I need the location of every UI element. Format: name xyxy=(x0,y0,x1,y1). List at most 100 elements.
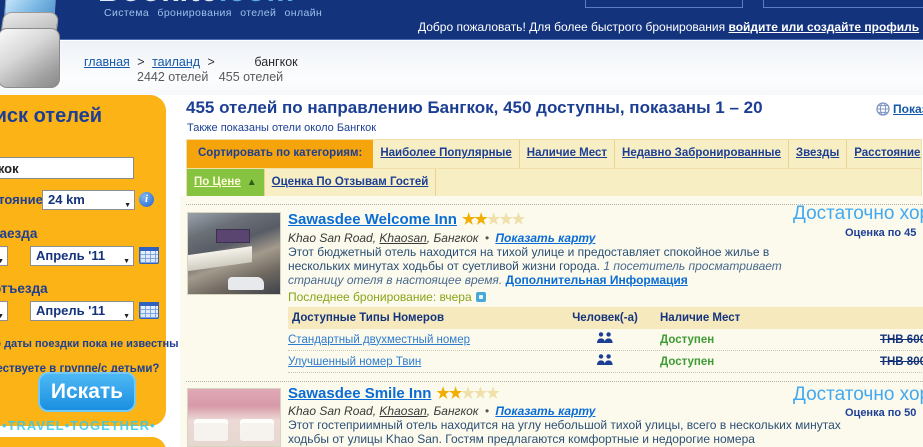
checkout-calendar-icon[interactable] xyxy=(139,302,159,319)
photo-detail xyxy=(194,423,228,441)
show-map-link[interactable]: Показать карту xyxy=(495,404,595,418)
sort-tab-guest-score[interactable]: Оценка По Отзывам Гостей xyxy=(265,169,437,196)
two-people-icon xyxy=(596,352,614,373)
breadcrumb-country[interactable]: таиланд xyxy=(152,55,200,69)
bullet: • xyxy=(484,404,490,418)
show-map-link[interactable]: Показать карту xyxy=(495,231,595,245)
welcome-text: Добро пожаловать! Для более быстрого бро… xyxy=(418,20,726,34)
district-link[interactable]: Khaosan xyxy=(379,231,426,245)
checkin-month-select[interactable]: Апрель '11 xyxy=(30,246,134,266)
photo-detail xyxy=(188,246,252,272)
destination-input[interactable] xyxy=(0,157,134,179)
district-link[interactable]: Khaosan xyxy=(379,404,426,418)
guest-rating-label: Достаточно хорошо xyxy=(793,203,923,224)
street: Khao San Road, xyxy=(288,404,377,418)
breadcrumb-separator: > xyxy=(207,55,215,69)
top-header: Bookite.com Система бронирования отелей … xyxy=(0,0,923,40)
photo-detail xyxy=(228,277,264,290)
show-on-map-link[interactable]: Показать xyxy=(893,102,923,116)
hotel-photo[interactable] xyxy=(187,388,281,447)
checkout-month-select[interactable]: Апрель '11 xyxy=(30,301,134,321)
sort-tab-popular[interactable]: Наиболее Популярные xyxy=(373,140,520,168)
hotel-address: Khao San Road, Khaosan, Бангкок • Показа… xyxy=(288,404,595,418)
col-availability: Наличие Мест xyxy=(660,311,741,324)
guest-rating-score: Оценка по 50 xyxy=(845,407,917,419)
room-table-header: Доступные Типы Номеров Человек(-а) Налич… xyxy=(288,307,923,329)
old-price: THB 600 xyxy=(879,333,923,346)
breadcrumb: главная > таиланд > бангкок xyxy=(84,55,298,69)
last-booking-text: Последнее бронирование: вчера xyxy=(288,290,472,304)
room-type-link[interactable]: Улучшенный номер Твин xyxy=(288,356,421,368)
sort-tab-price-label: По Цене xyxy=(194,176,241,188)
table-row: Улучшенный номер Твин Доступен THB 800 xyxy=(288,351,923,373)
breadcrumb-home[interactable]: главная xyxy=(84,55,130,69)
star-empty-icon: ★★★ xyxy=(486,211,525,228)
page: Bookite.com Система бронирования отелей … xyxy=(0,0,923,447)
hotel-name-link[interactable]: Sawasdee Smile Inn xyxy=(288,385,431,402)
checkin-calendar-icon[interactable] xyxy=(139,247,159,264)
star-filled-icon: ★★ xyxy=(461,211,488,228)
breadcrumb-counts: 2442 отелей 455 отелей xyxy=(137,70,290,84)
old-price: THB 800 xyxy=(879,355,923,368)
checkin-label: Дата заезда xyxy=(0,226,38,241)
last-booking: Последнее бронирование: вчера xyxy=(288,290,486,304)
star-filled-icon: ★★ xyxy=(436,385,462,402)
distance-label: Расстояние: xyxy=(0,192,48,207)
availability-status: Доступен xyxy=(660,333,715,346)
country-hotel-count: 2442 отелей xyxy=(137,70,209,84)
hotel-address: Khao San Road, Khaosan, Бангкок • Показа… xyxy=(288,231,595,245)
results-heading: 455 отелей по направлению Бангкок, 450 д… xyxy=(186,98,763,117)
watermark-text: •TRAVEL•TOGETHER• xyxy=(2,418,156,433)
search-panel: Поиск отелей Расстояние: 24 km i Дата за… xyxy=(0,95,179,426)
availability-status: Доступен xyxy=(660,355,715,368)
separator xyxy=(186,381,923,382)
header-tab-clipped-2[interactable] xyxy=(763,0,923,8)
breadcrumb-separator: > xyxy=(137,55,145,69)
show-on-map[interactable]: Показать xyxy=(876,102,923,116)
city-hotel-count: 455 отелей xyxy=(218,70,284,84)
sort-tab-stars[interactable]: Звезды xyxy=(789,140,848,168)
description-text: Этот гостеприимный отель находится на уг… xyxy=(288,418,841,446)
sort-tab-distance[interactable]: Расстояние xyxy=(847,140,923,168)
hotel-description: Этот бюджетный отель находится на тихой … xyxy=(288,245,802,287)
star-empty-icon: ★★★ xyxy=(461,385,499,402)
more-info-link[interactable]: Дополнительная Информация xyxy=(506,273,688,287)
photo-detail xyxy=(240,423,274,441)
guest-rating-score: Оценка по 45 xyxy=(845,227,917,239)
header-tab-clipped-1[interactable] xyxy=(585,0,743,8)
checkout-day-select[interactable] xyxy=(0,301,8,321)
search-button[interactable]: Искать xyxy=(38,372,136,412)
signin-link[interactable]: войдите или создайте профиль xyxy=(728,20,919,34)
sort-row-1: Сортировать по категориям: Наиболее Попу… xyxy=(187,140,921,168)
booking-info-icon[interactable] xyxy=(475,292,486,302)
info-icon[interactable]: i xyxy=(139,192,154,207)
star-rating: ★★★★★ xyxy=(461,211,525,228)
hotel-title: Sawasdee Welcome Inn ★★★★★ xyxy=(288,210,525,228)
results-subtitle: Также показаны отели около Бангкок xyxy=(187,122,377,134)
breadcrumb-city: бангкок xyxy=(254,55,298,69)
distance-select[interactable]: 24 km xyxy=(42,190,135,210)
checkout-label: Дата отъезда xyxy=(0,281,48,296)
two-people-icon xyxy=(596,330,614,351)
sort-tab-recently-booked[interactable]: Недавно Забронированные xyxy=(615,140,789,168)
search-panel-title: Поиск отелей xyxy=(0,105,103,127)
sort-tab-availability[interactable]: Наличие Мест xyxy=(520,140,616,168)
photo-detail xyxy=(216,229,250,243)
table-row: Стандартный двухместный номер Доступен T… xyxy=(288,329,923,351)
sort-tab-price-active[interactable]: По Цене ▲ xyxy=(187,169,265,196)
checkin-day-select[interactable] xyxy=(0,246,8,266)
dates-unknown-checkbox-label[interactable]: Точные даты поездки пока не известны xyxy=(0,338,179,350)
suitcase-body xyxy=(0,28,60,88)
col-room-type: Доступные Типы Номеров xyxy=(292,311,445,324)
secondary-panel-clipped xyxy=(0,437,166,447)
welcome-bar: Добро пожаловать! Для более быстрого бро… xyxy=(418,20,923,34)
hotel-photo[interactable] xyxy=(187,212,281,295)
sort-row-2: По Цене ▲ Оценка По Отзывам Гостей xyxy=(187,168,921,196)
street: Khao San Road, xyxy=(288,231,377,245)
room-type-link[interactable]: Стандартный двухместный номер xyxy=(288,334,470,346)
sort-label: Сортировать по категориям: xyxy=(187,140,374,168)
sort-bar: Сортировать по категориям: Наиболее Попу… xyxy=(186,139,922,197)
hotel-description: Этот гостеприимный отель находится на уг… xyxy=(288,418,848,446)
hotel-name-link[interactable]: Sawasdee Welcome Inn xyxy=(288,211,457,228)
sort-ascending-icon: ▲ xyxy=(246,177,257,188)
